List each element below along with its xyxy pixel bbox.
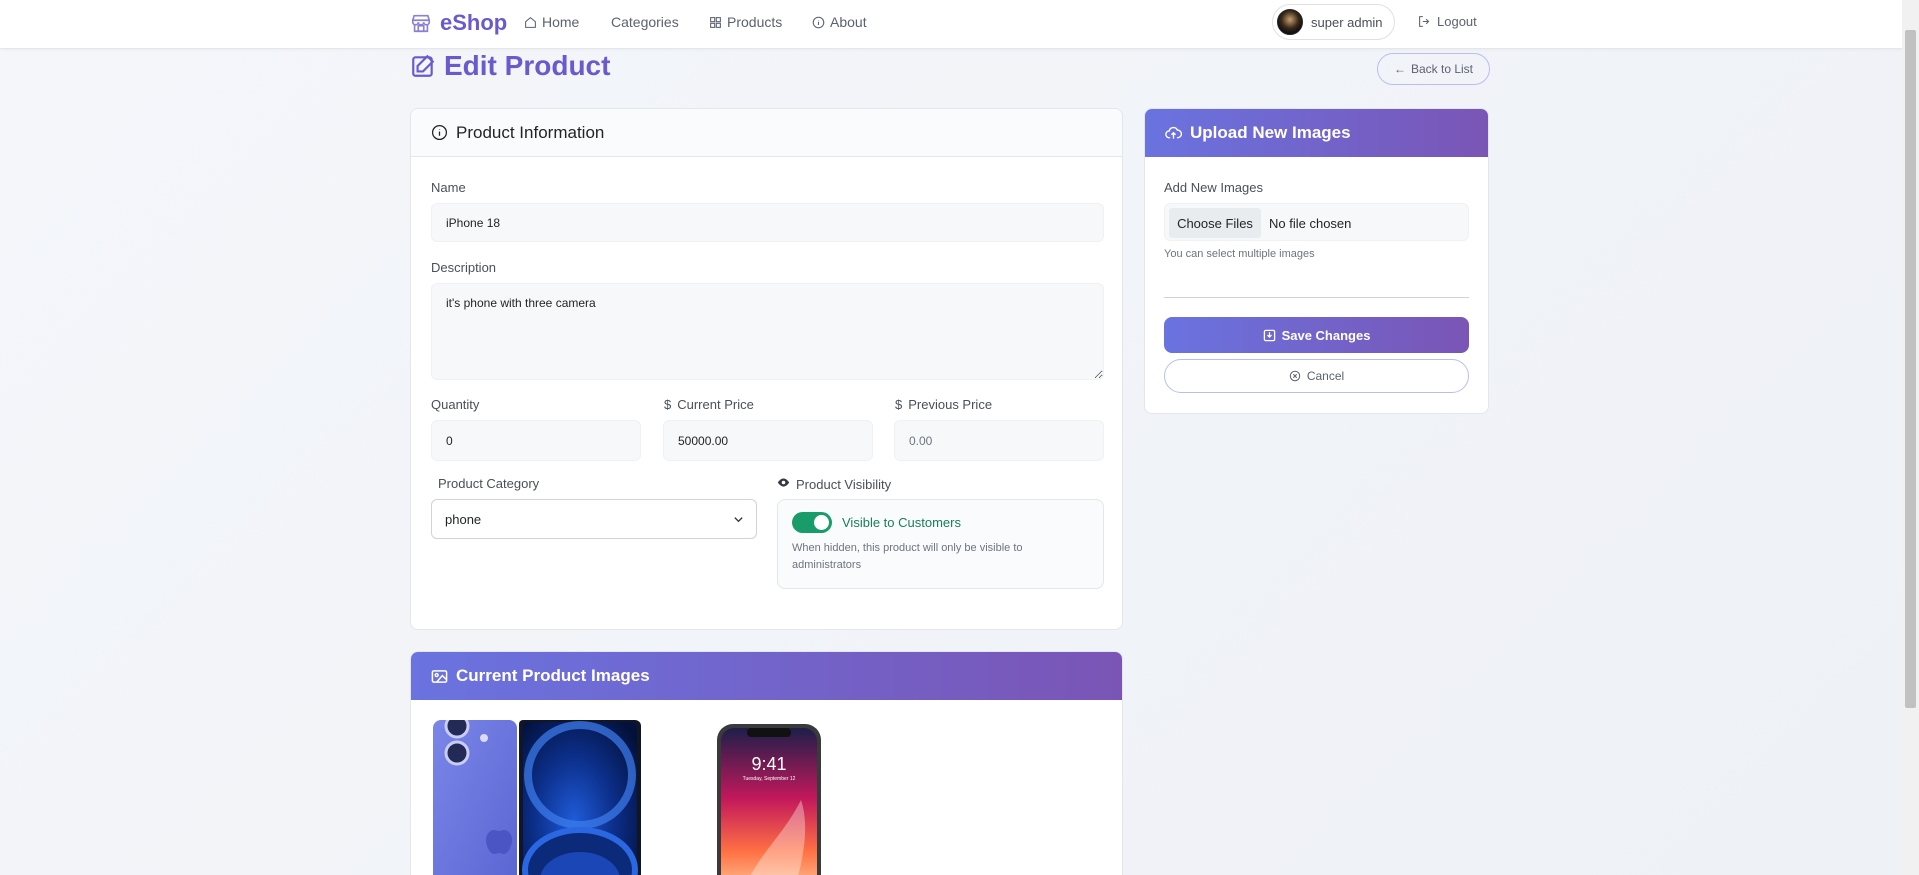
divider (1164, 297, 1469, 298)
name-label: Name (431, 180, 466, 195)
dollar-icon: $ (664, 397, 672, 412)
description-label: Description (431, 260, 497, 275)
visibility-box: Visible to Customers When hidden, this p… (777, 499, 1104, 589)
nav-home[interactable]: Home (524, 14, 579, 30)
phone-x-image: 9:41 Tuesday, September 12 (661, 720, 871, 875)
logout-icon (1419, 16, 1430, 27)
svg-text:9:41: 9:41 (751, 754, 786, 774)
info-icon (812, 16, 825, 28)
current-price-label: $ Current Price (664, 397, 754, 412)
product-info-header: Product Information (411, 109, 1122, 157)
avatar (1277, 9, 1303, 35)
logout-label: Logout (1437, 14, 1477, 29)
nav-about-label: About (830, 14, 867, 30)
nav-products[interactable]: Products (709, 14, 782, 30)
category-select[interactable]: phone (431, 499, 757, 539)
cloud-upload-icon (1165, 126, 1182, 139)
nav-products-label: Products (727, 14, 783, 30)
page-title-text: Edit Product (444, 50, 611, 81)
dollar-icon: $ (895, 397, 903, 412)
product-info-title: Product Information (456, 122, 605, 142)
current-images-title: Current Product Images (456, 666, 650, 685)
nav-categories-label: Categories (611, 14, 679, 30)
current-price-input[interactable] (663, 420, 873, 461)
upload-card: Upload New Images Add New Images Choose … (1144, 108, 1489, 414)
shop-icon (411, 14, 431, 33)
description-textarea[interactable] (431, 283, 1104, 380)
current-images-header: Current Product Images (411, 652, 1122, 700)
save-changes-button[interactable]: Save Changes (1164, 317, 1469, 353)
current-images-card: Current Product Images 9:41 Tuesday, Sep… (410, 651, 1123, 875)
eye-icon (777, 476, 790, 492)
quantity-input[interactable] (431, 420, 641, 461)
nav-home-label: Home (542, 14, 580, 30)
category-selected: phone (445, 511, 482, 527)
upload-hint: You can select multiple images (1164, 248, 1315, 260)
logout-button[interactable]: Logout (1418, 14, 1477, 29)
cancel-button[interactable]: Cancel (1164, 359, 1469, 393)
user-name: super admin (1311, 14, 1383, 30)
phone-blue-image (432, 720, 641, 875)
cancel-label: Cancel (1306, 369, 1345, 383)
arrow-left-icon: ← (1393, 62, 1406, 76)
home-icon (525, 16, 536, 28)
brand-name: eShop (440, 10, 508, 35)
add-images-label: Add New Images (1164, 180, 1263, 195)
info-icon (431, 124, 448, 141)
visibility-toggle[interactable] (792, 512, 832, 533)
user-menu[interactable]: super admin (1272, 4, 1395, 40)
file-input[interactable]: Choose Files No file chosen (1164, 203, 1469, 241)
grid-icon (710, 16, 721, 28)
save-icon (1263, 329, 1275, 341)
product-image-2[interactable]: 9:41 Tuesday, September 12 (661, 720, 871, 875)
previous-price-label: $ Previous Price (895, 397, 993, 412)
page-title: Edit Product (410, 50, 610, 82)
file-status: No file chosen (1269, 216, 1352, 231)
chevron-down-icon (734, 517, 743, 523)
back-to-list-button[interactable]: ← Back to List (1377, 53, 1490, 85)
choose-files-button[interactable]: Choose Files (1169, 208, 1261, 238)
edit-icon (412, 54, 435, 77)
save-label: Save Changes (1281, 327, 1371, 343)
close-circle-icon (1289, 370, 1301, 382)
upload-header: Upload New Images (1145, 109, 1488, 157)
brand-logo[interactable]: eShop (410, 10, 507, 36)
back-label: Back to List (1410, 62, 1474, 76)
visibility-label: Product Visibility (777, 476, 891, 492)
nav-categories[interactable]: Categories (611, 14, 679, 30)
upload-title: Upload New Images (1190, 123, 1351, 142)
image-icon (431, 669, 448, 683)
scrollbar-thumb[interactable] (1905, 30, 1916, 708)
product-info-card: Product Information Name Description Qua… (410, 108, 1123, 630)
product-image-1[interactable] (432, 720, 641, 875)
nav-about[interactable]: About (812, 14, 867, 30)
quantity-label: Quantity (431, 397, 480, 412)
name-input[interactable] (431, 203, 1104, 242)
visibility-help-text: When hidden, this product will only be v… (792, 542, 1023, 571)
navbar: eShop Home Categories Products About sup… (0, 0, 1902, 49)
category-label: Product Category (438, 476, 540, 491)
visibility-toggle-label: Visible to Customers (842, 515, 961, 530)
svg-text:Tuesday, September 12: Tuesday, September 12 (743, 776, 796, 782)
previous-price-input[interactable] (894, 420, 1104, 461)
